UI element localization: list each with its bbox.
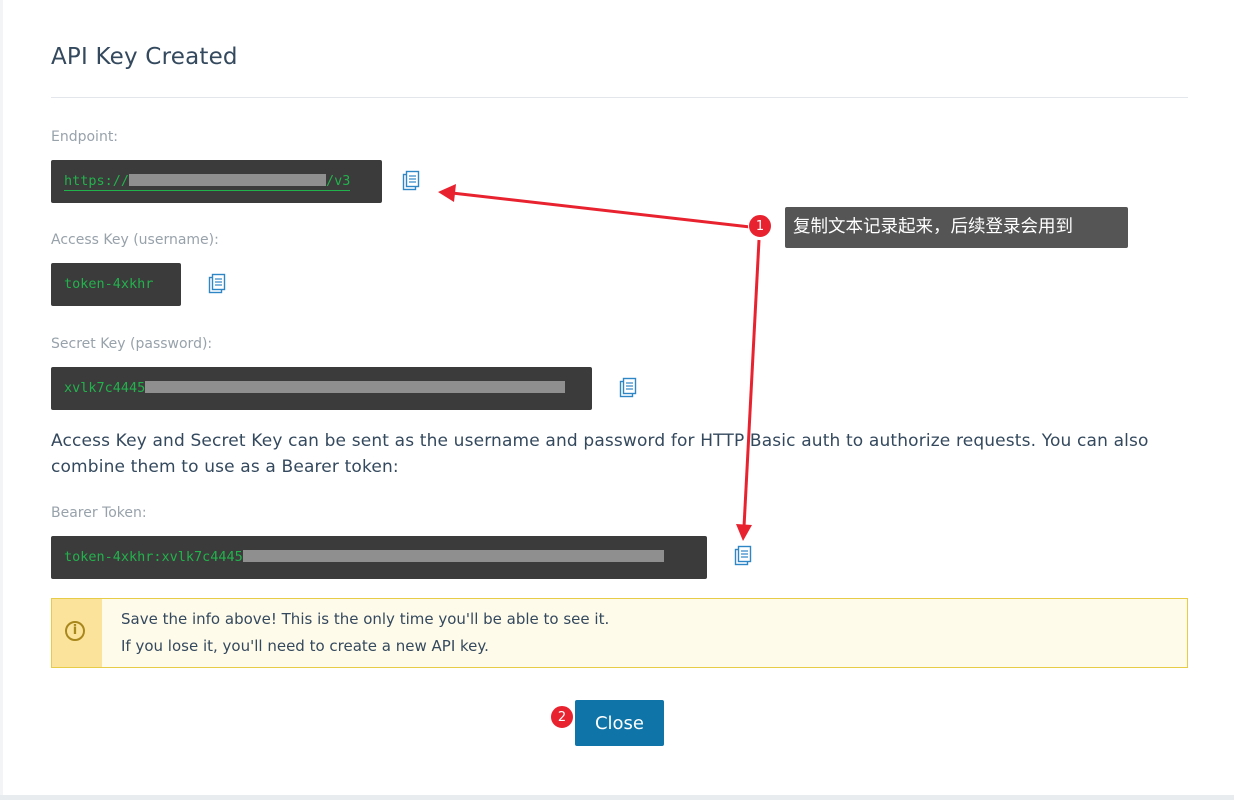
arrowhead-endpoint bbox=[438, 184, 456, 202]
step-badge-2: 2 bbox=[550, 705, 574, 729]
arrowhead-bearer bbox=[736, 524, 752, 541]
arrow-to-endpoint-copy bbox=[451, 191, 760, 230]
arrow-to-bearer-copy bbox=[742, 239, 761, 528]
annotation-callout: 复制文本记录起来，后续登录会用到 bbox=[785, 207, 1128, 248]
annotation-arrows bbox=[438, 184, 761, 541]
step-badge-1: 1 bbox=[748, 214, 772, 238]
